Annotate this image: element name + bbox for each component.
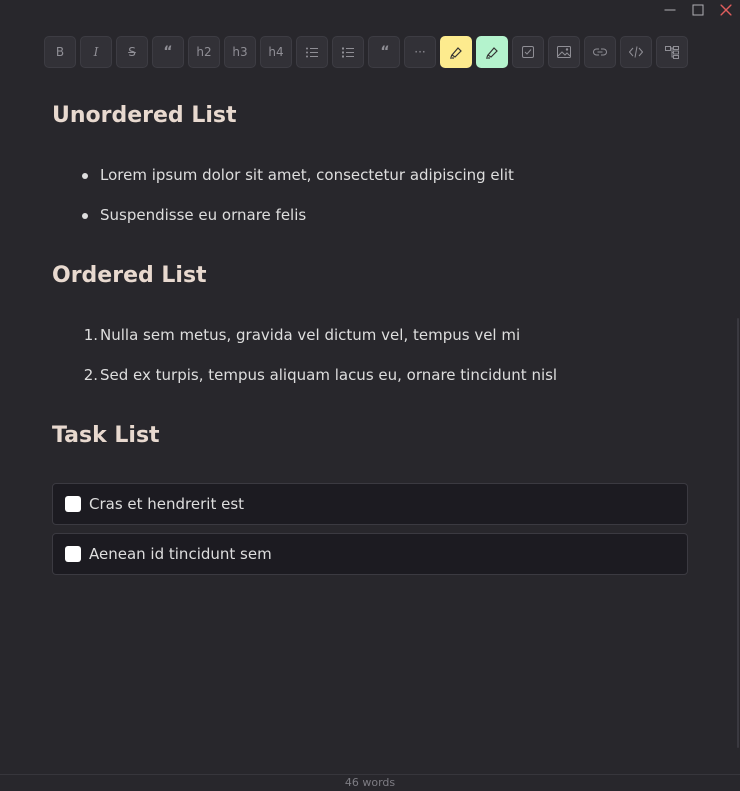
quote-mark-button[interactable]: “ bbox=[152, 36, 184, 68]
task-item: Cras et hendrerit est bbox=[52, 483, 688, 525]
list-item-text: Lorem ipsum dolor sit amet, consectetur … bbox=[100, 166, 514, 184]
word-count: 46 words bbox=[344, 776, 396, 789]
image-button[interactable] bbox=[548, 36, 580, 68]
editor-window: B I S “ h2 h3 h4 “ ··· Unordered List Lo… bbox=[0, 0, 740, 791]
code-icon bbox=[629, 46, 643, 58]
bold-icon: B bbox=[55, 45, 65, 59]
list-item: 2. Sed ex turpis, tempus aliquam lacus e… bbox=[84, 366, 558, 384]
list-item-text: Nulla sem metus, gravida vel dictum vel,… bbox=[100, 326, 521, 344]
italic-icon: I bbox=[93, 45, 99, 59]
ellipsis-icon: ··· bbox=[414, 45, 426, 59]
link-button[interactable] bbox=[584, 36, 616, 68]
maximize-icon[interactable] bbox=[684, 0, 712, 20]
blockquote-button[interactable]: “ bbox=[368, 36, 400, 68]
minimize-icon[interactable] bbox=[656, 0, 684, 20]
h3-button[interactable]: h3 bbox=[224, 36, 256, 68]
list-item: Suspendisse eu ornare felis bbox=[82, 206, 307, 224]
list-item-text: Suspendisse eu ornare felis bbox=[100, 206, 307, 224]
quote-mark-icon: “ bbox=[163, 44, 173, 60]
bulleted-list-icon bbox=[306, 47, 318, 57]
list-item: Lorem ipsum dolor sit amet, consectetur … bbox=[82, 166, 514, 184]
formatting-toolbar: B I S “ h2 h3 h4 “ ··· bbox=[44, 36, 688, 68]
h4-label: h4 bbox=[268, 45, 284, 59]
unordered-list-heading: Unordered List bbox=[52, 103, 237, 128]
link-icon bbox=[593, 48, 607, 56]
task-label: Cras et hendrerit est bbox=[89, 495, 245, 513]
list-number: 1. bbox=[83, 326, 98, 344]
bullet-icon bbox=[82, 173, 88, 179]
close-icon[interactable] bbox=[712, 0, 740, 20]
unordered-list-button[interactable] bbox=[296, 36, 328, 68]
status-bar: 46 words bbox=[0, 774, 740, 791]
highlight-yellow-button[interactable] bbox=[440, 36, 472, 68]
highlight-green-button[interactable] bbox=[476, 36, 508, 68]
checkbox-icon bbox=[522, 46, 534, 58]
task-checkbox[interactable] bbox=[65, 496, 81, 512]
bold-button[interactable]: B bbox=[44, 36, 76, 68]
highlighter-icon bbox=[450, 47, 462, 59]
task-item: Aenean id tincidunt sem bbox=[52, 533, 688, 575]
list-item: 1. Nulla sem metus, gravida vel dictum v… bbox=[84, 326, 521, 344]
code-button[interactable] bbox=[620, 36, 652, 68]
italic-button[interactable]: I bbox=[80, 36, 112, 68]
h3-label: h3 bbox=[232, 45, 248, 59]
blockquote-icon: “ bbox=[380, 44, 389, 60]
list-item-text: Sed ex turpis, tempus aliquam lacus eu, … bbox=[100, 366, 558, 384]
ordered-list-heading: Ordered List bbox=[52, 263, 207, 288]
numbered-list-icon bbox=[342, 47, 354, 57]
highlighter-icon bbox=[486, 47, 498, 59]
window-controls bbox=[656, 0, 740, 20]
strikethrough-button[interactable]: S bbox=[116, 36, 148, 68]
list-number: 2. bbox=[83, 366, 98, 384]
task-list-heading: Task List bbox=[52, 423, 160, 448]
h4-button[interactable]: h4 bbox=[260, 36, 292, 68]
bullet-icon bbox=[82, 213, 88, 219]
h2-button[interactable]: h2 bbox=[188, 36, 220, 68]
task-button[interactable] bbox=[512, 36, 544, 68]
task-checkbox[interactable] bbox=[65, 546, 81, 562]
table-button[interactable] bbox=[656, 36, 688, 68]
vertical-scrollbar[interactable] bbox=[737, 318, 739, 748]
image-icon bbox=[557, 46, 571, 58]
strikethrough-icon: S bbox=[128, 45, 136, 59]
task-label: Aenean id tincidunt sem bbox=[89, 545, 272, 563]
h2-label: h2 bbox=[196, 45, 212, 59]
horizontal-rule-button[interactable]: ··· bbox=[404, 36, 436, 68]
hierarchy-icon bbox=[665, 45, 679, 59]
ordered-list-button[interactable] bbox=[332, 36, 364, 68]
